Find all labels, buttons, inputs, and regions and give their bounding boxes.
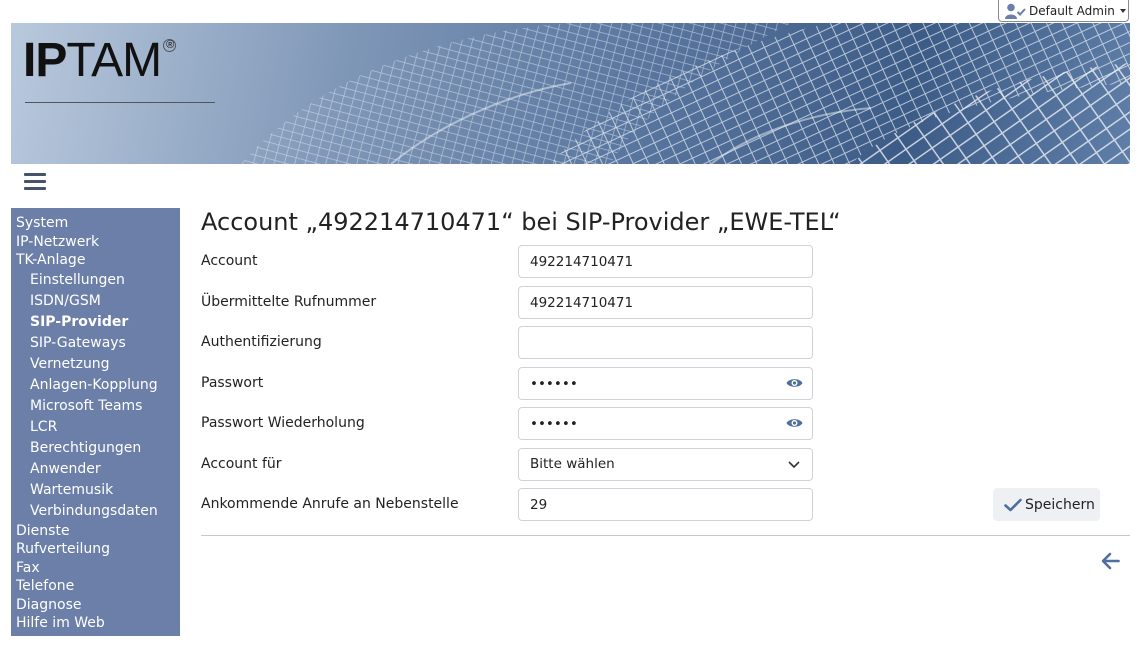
banner-grid-image [241,23,1130,164]
auth-input[interactable] [518,326,813,359]
sidebar-item-tk-anlage[interactable]: TK-Anlage [11,251,180,270]
sidebar-subitem-microsoft-teams[interactable]: Microsoft Teams [11,396,180,417]
user-menu-button[interactable]: Default Admin [998,0,1129,22]
caret-down-icon [1119,8,1126,13]
user-check-icon [1005,3,1026,19]
form-row-auth: Authentifizierung [201,326,813,359]
sidebar-item-fax[interactable]: Fax [11,559,180,578]
logo-underline [25,102,215,103]
sidebar-subitem-sip-provider[interactable]: SIP-Provider [11,312,180,333]
checkmark-icon [1004,498,1022,511]
number-input[interactable] [518,286,813,319]
sidebar-subitem-wartemusik[interactable]: Wartemusik [11,480,180,501]
auth-label: Authentifizierung [201,334,322,350]
form-row-extension: Ankommende Anrufe an Nebenstelle [201,488,813,521]
hamburger-icon[interactable] [24,173,46,193]
eye-icon[interactable] [786,417,803,429]
extension-input[interactable] [518,488,813,521]
sidebar-subitem-berechtigungen[interactable]: Berechtigungen [11,438,180,459]
password-repeat-label: Passwort Wiederholung [201,415,365,431]
sidebar-item-rufverteilung[interactable]: Rufverteilung [11,540,180,559]
extension-label: Ankommende Anrufe an Nebenstelle [201,496,459,512]
sidebar-subitem-vernetzung[interactable]: Vernetzung [11,354,180,375]
sidebar-subitem-anlagen-kopplung[interactable]: Anlagen-Kopplung [11,375,180,396]
password-repeat-input[interactable] [518,407,813,440]
account-for-select[interactable]: Bitte wählen [518,448,813,481]
arrow-left-icon[interactable] [1101,552,1120,570]
eye-icon[interactable] [786,377,803,389]
sidebar-nav: System IP-Netzwerk TK-Anlage Einstellung… [11,208,180,636]
save-button-label: Speichern [1025,496,1095,513]
sidebar-subitem-verbindungsdaten[interactable]: Verbindungsdaten [11,501,180,522]
user-name: Default Admin [1029,3,1115,18]
sidebar-item-dienste[interactable]: Dienste [11,522,180,541]
password-input[interactable] [518,367,813,400]
form-row-password-repeat: Passwort Wiederholung [201,407,813,440]
sidebar-item-ip-netzwerk[interactable]: IP-Netzwerk [11,233,180,252]
sidebar-item-hilfe-im-web[interactable]: Hilfe im Web [11,614,180,633]
account-label: Account [201,253,258,269]
account-input[interactable] [518,245,813,278]
sidebar-item-diagnose[interactable]: Diagnose [11,596,180,615]
form-row-password: Passwort [201,367,813,400]
iptam-logo: IPTAM ® [23,37,177,85]
sidebar-subitem-einstellungen[interactable]: Einstellungen [11,270,180,291]
form-row-number: Übermittelte Rufnummer [201,286,813,319]
sidebar-subitem-lcr[interactable]: LCR [11,417,180,438]
sidebar-subitem-isdn-gsm[interactable]: ISDN/GSM [11,291,180,312]
sidebar-item-telefone[interactable]: Telefone [11,577,180,596]
number-label: Übermittelte Rufnummer [201,294,377,310]
chevron-down-icon [788,461,800,469]
sidebar-item-system[interactable]: System [11,214,180,233]
sidebar-subitem-anwender[interactable]: Anwender [11,459,180,480]
form-row-account: Account [201,245,813,278]
header-banner: IPTAM ® [11,23,1130,164]
form-row-account-for: Account für Bitte wählen [201,448,813,481]
form-divider [201,535,1130,536]
page-title: Account „492214710471“ bei SIP-Provider … [201,208,841,236]
sidebar-subitem-sip-gateways[interactable]: SIP-Gateways [11,333,180,354]
save-button[interactable]: Speichern [993,488,1100,521]
account-for-label: Account für [201,456,282,472]
password-label: Passwort [201,375,264,391]
